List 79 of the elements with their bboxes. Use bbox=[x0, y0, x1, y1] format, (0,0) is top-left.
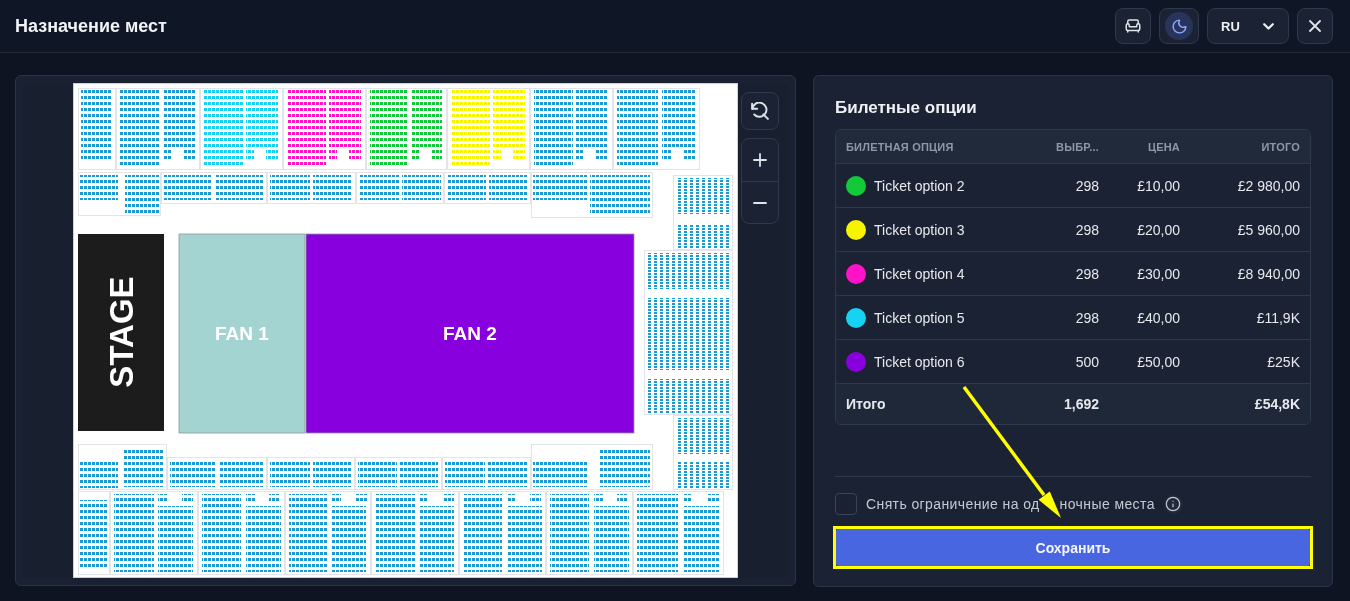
seat-section[interactable] bbox=[267, 457, 355, 490]
reset-view-button[interactable] bbox=[741, 92, 779, 130]
theme-toggle-button[interactable] bbox=[1159, 8, 1199, 44]
seat-section[interactable] bbox=[283, 88, 366, 170]
panel-title: Билетные опции bbox=[835, 98, 978, 118]
refresh-icon bbox=[751, 102, 769, 120]
table-cell: £54,8K bbox=[1254, 396, 1300, 412]
table-cell: 298 bbox=[1075, 265, 1099, 282]
option-name: Ticket option 5 bbox=[874, 309, 965, 326]
total-label: Итого bbox=[846, 396, 886, 412]
seat-section[interactable] bbox=[198, 491, 285, 575]
option-name: Ticket option 4 bbox=[874, 265, 965, 282]
seat-section[interactable] bbox=[673, 415, 733, 490]
column-header: ВЫБР... bbox=[1056, 140, 1099, 153]
page-title: Назначение мест bbox=[15, 15, 167, 37]
table-cell: £25K bbox=[1267, 353, 1300, 370]
seat-section[interactable] bbox=[442, 457, 531, 490]
seat-section[interactable] bbox=[167, 457, 267, 490]
column-header: ЦЕНА bbox=[1147, 140, 1180, 153]
seat-section[interactable] bbox=[459, 491, 546, 575]
seat-section[interactable] bbox=[161, 172, 267, 204]
seat-section[interactable] bbox=[371, 491, 459, 575]
seat-section[interactable] bbox=[267, 172, 356, 204]
table-cell: 298 bbox=[1075, 177, 1099, 194]
seat-section[interactable] bbox=[110, 491, 198, 575]
column-header: ИТОГО bbox=[1261, 140, 1300, 153]
seat-section[interactable] bbox=[200, 88, 283, 170]
info-icon bbox=[1163, 494, 1183, 514]
armchair-icon bbox=[1124, 17, 1142, 35]
language-select[interactable]: RU bbox=[1207, 8, 1289, 44]
save-button[interactable]: Сохранить bbox=[836, 529, 1310, 566]
table-cell: £50,00 bbox=[1137, 353, 1180, 370]
table-cell: £10,00 bbox=[1137, 177, 1180, 194]
table-cell: £20,00 bbox=[1137, 221, 1180, 238]
table-cell: £2 980,00 bbox=[1237, 177, 1300, 194]
option-name: Ticket option 2 bbox=[874, 177, 965, 194]
seat-section[interactable] bbox=[285, 491, 371, 575]
seat-section[interactable] bbox=[530, 88, 613, 170]
seat-section[interactable] bbox=[644, 250, 733, 415]
table-cell: £40,00 bbox=[1137, 309, 1180, 326]
table-cell: 298 bbox=[1075, 309, 1099, 326]
seat-section[interactable] bbox=[116, 88, 200, 170]
close-button[interactable] bbox=[1297, 8, 1333, 44]
seat-section[interactable] bbox=[673, 175, 733, 250]
checkbox[interactable] bbox=[835, 493, 857, 515]
seat-section[interactable] bbox=[531, 172, 653, 218]
option-name: Ticket option 3 bbox=[874, 221, 965, 238]
seat-section[interactable] bbox=[78, 172, 161, 216]
chevron-down-icon bbox=[1263, 22, 1274, 30]
seat-view-button[interactable] bbox=[1115, 8, 1151, 44]
zone-label: FAN 2 bbox=[443, 323, 497, 344]
seat-section[interactable] bbox=[78, 88, 116, 170]
table-cell: £11,9K bbox=[1256, 309, 1300, 326]
seat-section[interactable] bbox=[78, 444, 167, 490]
seat-section[interactable] bbox=[531, 444, 653, 490]
zone-label: FAN 1 bbox=[215, 323, 269, 344]
seat-section[interactable] bbox=[355, 457, 442, 490]
seat-section[interactable] bbox=[78, 491, 110, 575]
checkbox-label: ночные места bbox=[1059, 496, 1155, 512]
table-cell: £30,00 bbox=[1137, 265, 1180, 282]
table-cell: 298 bbox=[1075, 221, 1099, 238]
seat-section[interactable] bbox=[633, 491, 724, 575]
checkbox-label: Снять ограничение на од bbox=[866, 496, 1040, 512]
table-cell: 1,692 bbox=[1063, 396, 1099, 412]
table-cell: £8 940,00 bbox=[1237, 265, 1300, 282]
close-icon bbox=[1309, 20, 1321, 32]
seat-section[interactable] bbox=[444, 172, 531, 204]
seat-section[interactable] bbox=[546, 491, 633, 575]
plus-icon bbox=[753, 153, 767, 167]
column-header: БИЛЕТНАЯ ОПЦИЯ bbox=[846, 140, 954, 153]
table-cell: 500 bbox=[1075, 353, 1099, 370]
stage-label: STAGE bbox=[102, 276, 140, 388]
option-name: Ticket option 6 bbox=[874, 353, 965, 370]
minus-icon bbox=[753, 201, 767, 204]
seat-section[interactable] bbox=[613, 88, 700, 170]
table-cell: £5 960,00 bbox=[1237, 221, 1300, 238]
seat-section[interactable] bbox=[356, 172, 444, 204]
fan-zone[interactable] bbox=[305, 233, 635, 434]
seat-section[interactable] bbox=[366, 88, 447, 170]
